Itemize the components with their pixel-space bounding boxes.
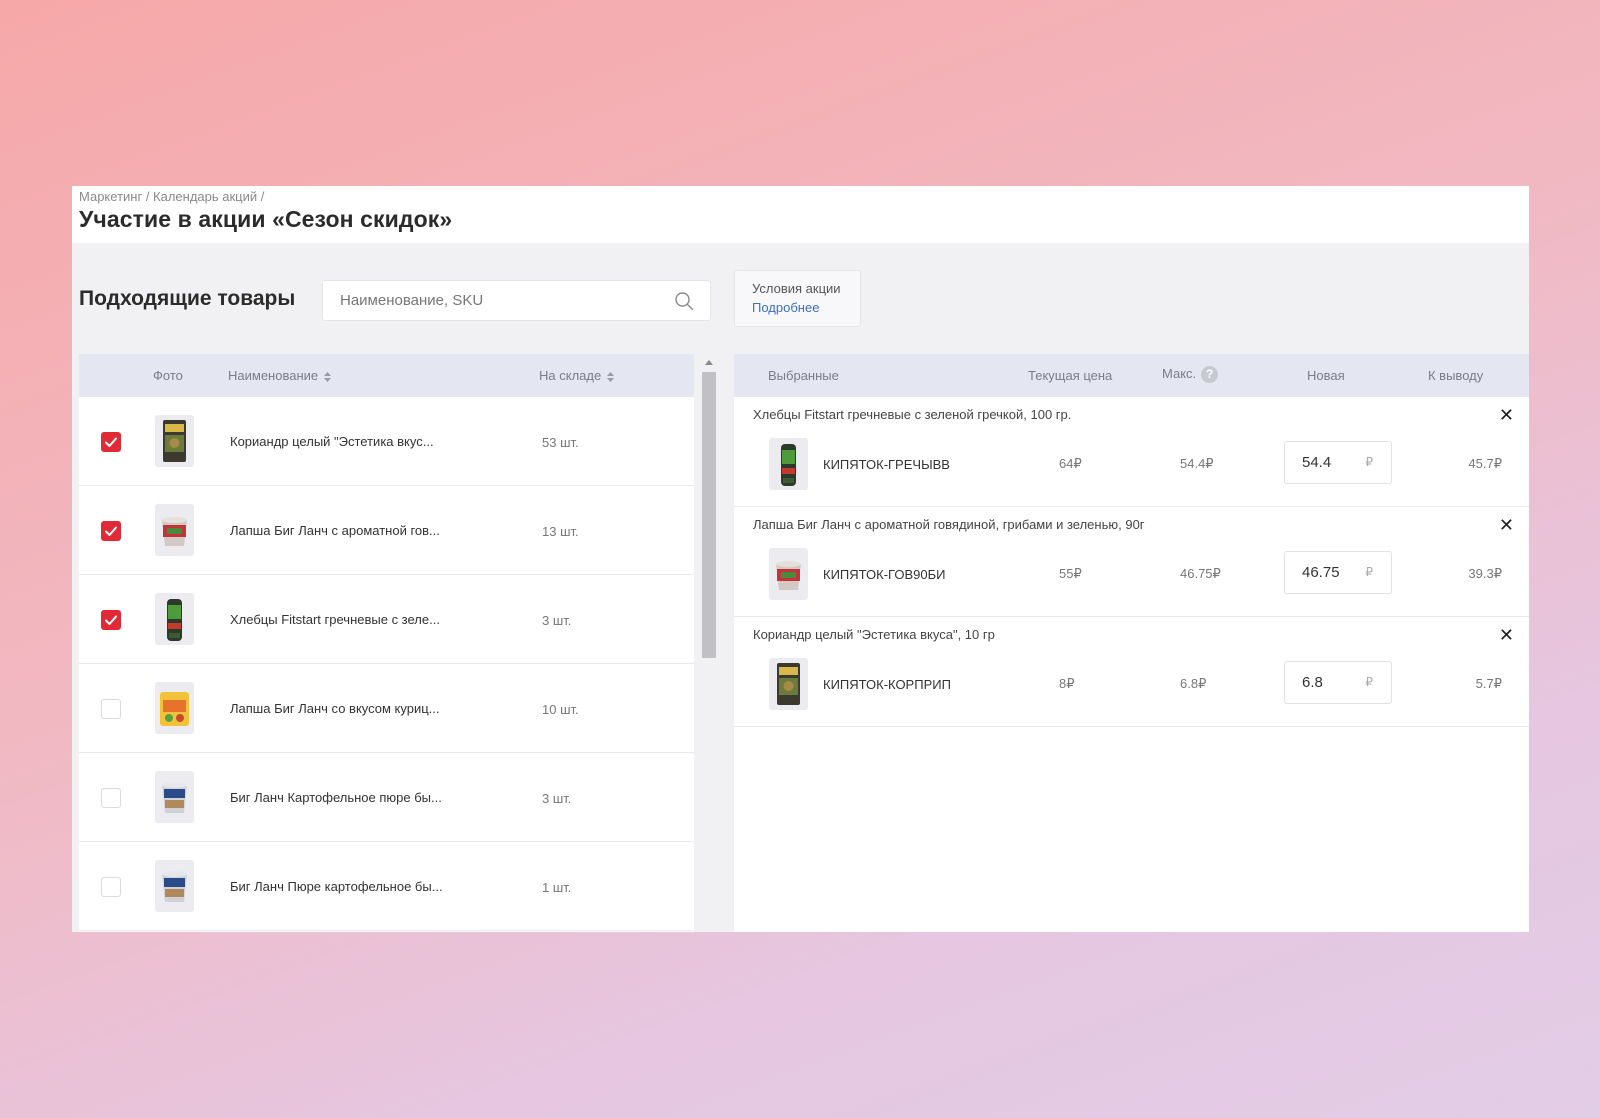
selected-item-sku: КИПЯТОК-ГОВ90БИ <box>823 567 946 582</box>
column-stock-label: На складе <box>539 368 602 383</box>
promo-conditions: Условия акции Подробнее <box>734 270 861 327</box>
scrollbar-thumb[interactable] <box>702 372 716 658</box>
sort-icon[interactable] <box>324 371 332 382</box>
products-table: Фото Наименование На складе Кориандр цел… <box>79 354 694 932</box>
column-stock[interactable]: На складе <box>539 368 615 383</box>
currency-sign: ₽ <box>1365 565 1373 579</box>
app-window: Маркетинг / Календарь акций / Участие в … <box>72 186 1529 932</box>
remove-item-close-icon[interactable]: ✕ <box>1499 406 1514 424</box>
column-max: Макс.? <box>1162 366 1219 384</box>
column-name[interactable]: Наименование <box>228 368 332 383</box>
product-checkbox[interactable] <box>101 699 121 719</box>
column-new-price: Новая <box>1307 368 1345 383</box>
currency-sign: ₽ <box>1365 675 1373 689</box>
page-header: Маркетинг / Календарь акций / Участие в … <box>72 186 1529 243</box>
product-photo <box>155 593 194 645</box>
max-price: 54.4₽ <box>1180 456 1214 471</box>
selected-item-photo <box>769 658 808 710</box>
section-title: Подходящие товары <box>79 287 296 310</box>
product-stock: 3 шт. <box>542 791 572 806</box>
selected-item-sku: КИПЯТОК-ГРЕЧЫВВ <box>823 457 950 472</box>
selected-item-title: Хлебцы Fitstart гречневые с зеленой греч… <box>753 407 1072 422</box>
search-box <box>322 280 711 321</box>
new-price-input[interactable] <box>1302 442 1362 483</box>
new-price-field: ₽ <box>1284 551 1392 594</box>
product-stock: 10 шт. <box>542 702 579 717</box>
new-price-field: ₽ <box>1284 661 1392 704</box>
product-checkbox[interactable] <box>101 610 121 630</box>
product-name: Биг Ланч Картофельное пюре бы... <box>230 790 442 805</box>
current-price: 64₽ <box>1059 456 1082 471</box>
breadcrumb[interactable]: Маркетинг / Календарь акций / <box>79 189 264 204</box>
product-row[interactable]: Кориандр целый "Эстетика вкус... 53 шт. <box>79 397 694 486</box>
product-checkbox[interactable] <box>101 788 121 808</box>
product-name: Хлебцы Fitstart гречневые с зеле... <box>230 612 440 627</box>
selected-item: Кориандр целый "Эстетика вкуса", 10 гр ✕ К… <box>734 617 1529 727</box>
selected-table-header: Выбранные Текущая цена Макс.? Новая К вы… <box>734 354 1529 397</box>
selected-item: Лапша Биг Ланч с ароматной говядиной, гр… <box>734 507 1529 617</box>
product-checkbox[interactable] <box>101 432 121 452</box>
product-photo <box>155 682 194 734</box>
product-name: Кориандр целый "Эстетика вкус... <box>230 434 434 449</box>
max-price: 6.8₽ <box>1180 676 1207 691</box>
scroll-up-arrow-icon[interactable] <box>705 360 713 365</box>
selected-item-photo <box>769 548 808 600</box>
product-name: Лапша Биг Ланч со вкусом куриц... <box>230 701 440 716</box>
product-stock: 53 шт. <box>542 435 579 450</box>
product-stock: 3 шт. <box>542 613 572 628</box>
product-photo <box>155 771 194 823</box>
search-input[interactable] <box>340 281 660 320</box>
column-selected: Выбранные <box>768 368 839 383</box>
new-price-field: ₽ <box>1284 441 1392 484</box>
payout-price: 39.3₽ <box>1468 566 1502 581</box>
product-checkbox[interactable] <box>101 877 121 897</box>
selected-item-sku: КИПЯТОК-КОРПРИП <box>823 677 951 692</box>
promo-conditions-label: Условия акции <box>752 281 841 296</box>
selected-item-title: Лапша Биг Ланч с ароматной говядиной, гр… <box>753 517 1145 532</box>
product-stock: 1 шт. <box>542 880 572 895</box>
column-payout: К выводу <box>1428 368 1484 383</box>
product-photo <box>155 504 194 556</box>
promo-details-link[interactable]: Подробнее <box>752 300 819 315</box>
column-name-label: Наименование <box>228 368 319 383</box>
product-checkbox[interactable] <box>101 521 121 541</box>
product-photo <box>155 415 194 467</box>
product-stock: 13 шт. <box>542 524 579 539</box>
currency-sign: ₽ <box>1365 455 1373 469</box>
column-max-label: Макс. <box>1162 366 1197 381</box>
current-price: 8₽ <box>1059 676 1075 691</box>
product-row[interactable]: Хлебцы Fitstart гречневые с зеле... 3 шт. <box>79 575 694 664</box>
column-photo: Фото <box>153 368 183 383</box>
product-row[interactable]: Биг Ланч Пюре картофельное бы... 1 шт. <box>79 842 694 931</box>
remove-item-close-icon[interactable]: ✕ <box>1499 516 1514 534</box>
selected-item: Хлебцы Fitstart гречневые с зеленой греч… <box>734 397 1529 507</box>
product-photo <box>155 860 194 912</box>
product-row[interactable]: Лапша Биг Ланч с ароматной гов... 13 шт. <box>79 486 694 575</box>
page-title: Участие в акции «Сезон скидок» <box>79 206 453 232</box>
payout-price: 45.7₽ <box>1468 456 1502 471</box>
column-current-price: Текущая цена <box>1028 368 1113 383</box>
selected-table: Выбранные Текущая цена Макс.? Новая К вы… <box>734 354 1529 932</box>
new-price-input[interactable] <box>1302 552 1362 593</box>
product-row[interactable]: Биг Ланч Картофельное пюре бы... 3 шт. <box>79 753 694 842</box>
sort-icon[interactable] <box>607 371 615 382</box>
max-price: 46.75₽ <box>1180 566 1221 581</box>
product-row[interactable]: Лапша Биг Ланч со вкусом куриц... 10 шт. <box>79 664 694 753</box>
products-table-header: Фото Наименование На складе <box>79 354 694 397</box>
help-icon[interactable]: ? <box>1201 366 1219 384</box>
current-price: 55₽ <box>1059 566 1082 581</box>
product-name: Биг Ланч Пюре картофельное бы... <box>230 879 443 894</box>
selected-item-photo <box>769 438 808 490</box>
product-name: Лапша Биг Ланч с ароматной гов... <box>230 523 440 538</box>
new-price-input[interactable] <box>1302 662 1362 703</box>
selected-item-title: Кориандр целый "Эстетика вкуса", 10 гр <box>753 627 995 642</box>
scrollbar[interactable] <box>694 354 724 932</box>
payout-price: 5.7₽ <box>1475 676 1502 691</box>
search-icon[interactable] <box>674 291 694 311</box>
remove-item-close-icon[interactable]: ✕ <box>1499 626 1514 644</box>
